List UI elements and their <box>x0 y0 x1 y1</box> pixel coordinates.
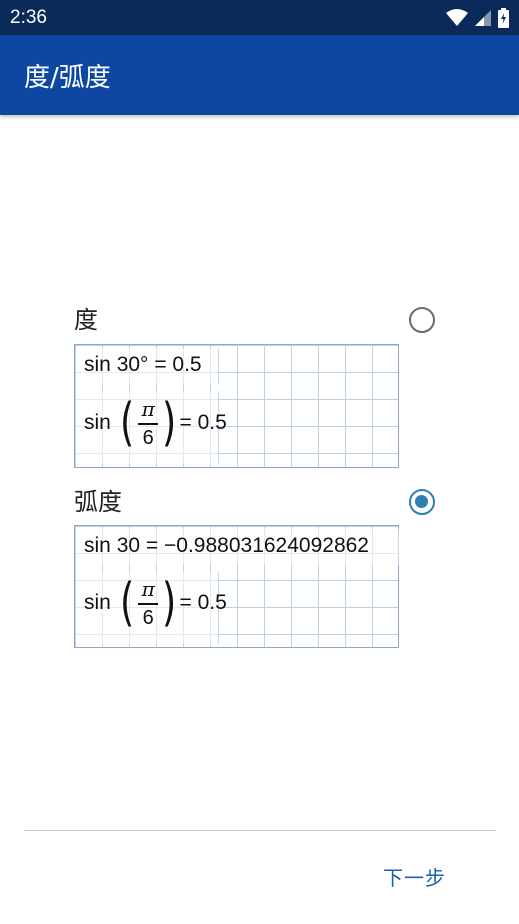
math-result: 0.5 <box>172 353 202 376</box>
status-time: 2:36 <box>10 6 47 28</box>
radian-example-box: sin 30 = −0.988031624092862 sin ( π 6 ) … <box>74 525 399 648</box>
option-degree-label: 度 <box>74 306 98 334</box>
math-result: 0.5 <box>197 411 227 435</box>
radio-degree[interactable] <box>409 307 435 333</box>
radio-radian[interactable] <box>409 489 435 515</box>
math-func: sin <box>84 411 111 435</box>
degree-example-1: sin 30° = 0.5 <box>84 353 202 377</box>
math-fraction: ( π 6 ) <box>119 393 177 454</box>
math-numerator: π <box>141 577 155 601</box>
next-button[interactable]: 下一步 <box>383 862 446 891</box>
signal-icon <box>475 9 491 26</box>
math-equals: = <box>179 591 192 615</box>
math-equals: = <box>154 353 167 376</box>
math-result: 0.5 <box>197 591 227 615</box>
option-radian-label: 弧度 <box>74 488 122 516</box>
math-func: sin <box>84 534 111 557</box>
status-bar: 2:36 <box>0 0 519 35</box>
math-equals: = <box>145 534 159 557</box>
math-fraction: ( π 6 ) <box>119 573 177 634</box>
degree-example-2: sin ( π 6 ) = 0.5 <box>84 397 227 450</box>
radian-example-2: sin ( π 6 ) = 0.5 <box>84 577 227 630</box>
radian-example-1: sin 30 = −0.988031624092862 <box>84 534 369 558</box>
math-func: sin <box>84 591 111 615</box>
wifi-icon <box>446 8 468 26</box>
footer-divider <box>24 830 496 831</box>
math-result: −0.988031624092862 <box>164 534 369 557</box>
degree-example-box: sin 30° = 0.5 sin ( π 6 ) = 0.5 <box>74 344 399 468</box>
math-arg: 30 <box>116 534 141 557</box>
math-denominator: 6 <box>142 426 154 449</box>
status-icons <box>446 7 509 28</box>
math-denominator: 6 <box>142 606 154 629</box>
math-arg: 30° <box>116 353 149 376</box>
page-title: 度/弧度 <box>24 62 111 93</box>
app-bar: 度/弧度 <box>0 35 519 115</box>
battery-icon <box>498 7 509 28</box>
math-equals: = <box>179 411 192 435</box>
math-numerator: π <box>141 397 155 421</box>
math-func: sin <box>84 353 111 376</box>
